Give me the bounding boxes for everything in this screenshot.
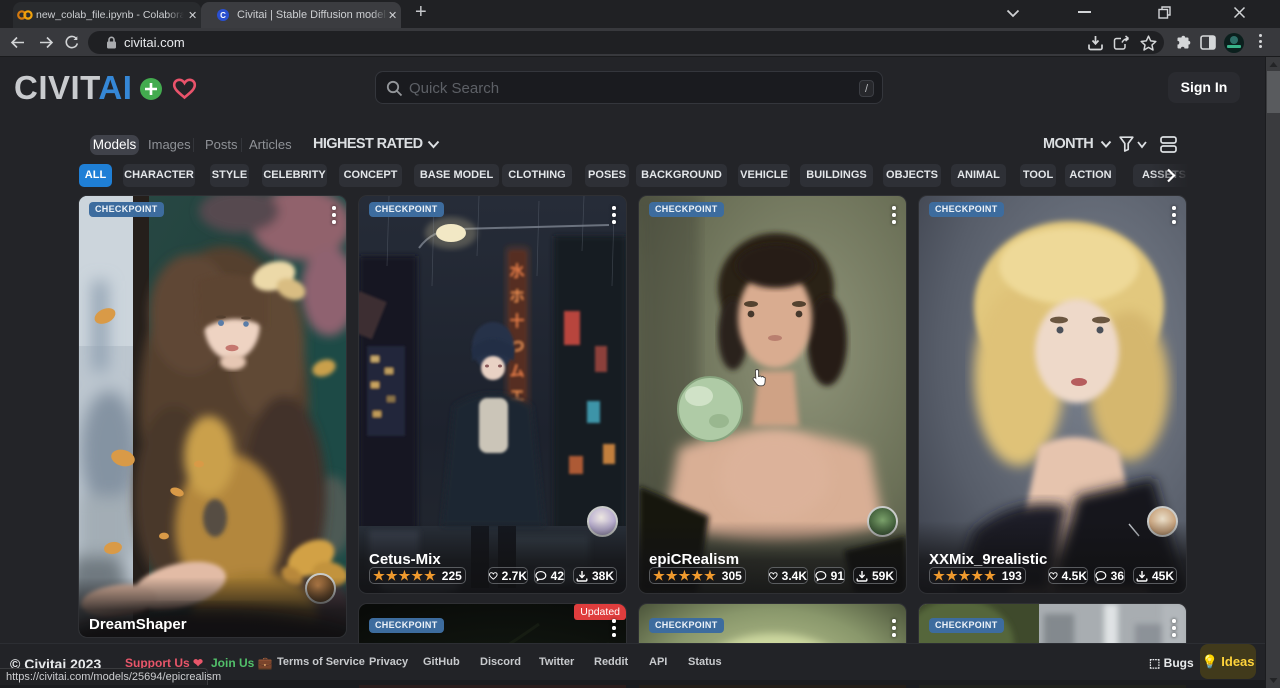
svg-text:水: 水 [509, 263, 524, 280]
svg-text:C: C [220, 11, 226, 20]
svg-text:ム: ム [509, 363, 524, 380]
svg-text:ホ: ホ [509, 288, 524, 305]
svg-text:十: 十 [509, 313, 524, 330]
